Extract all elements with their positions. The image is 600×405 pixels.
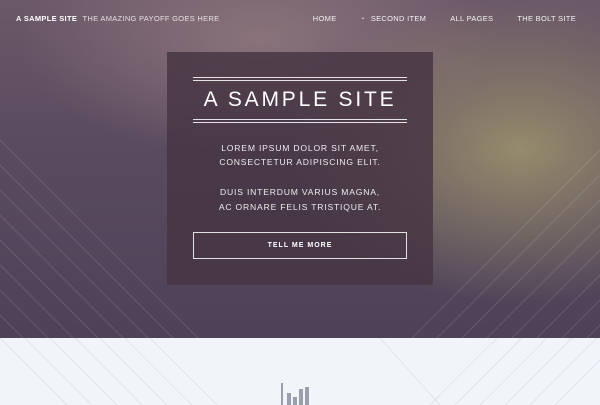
nav-item-bolt-site[interactable]: THE BOLT SITE	[517, 14, 576, 23]
nav-item-label: SECOND ITEM	[370, 14, 427, 23]
brand-name[interactable]: A SAMPLE SITE	[16, 14, 77, 23]
site-brand[interactable]: A SAMPLE SITE THE AMAZING PAYOFF GOES HE…	[16, 14, 219, 23]
chevron-down-icon: ⌄	[360, 15, 366, 21]
nav-item-label: ALL PAGES	[450, 14, 494, 23]
hero-box: A SAMPLE SITE LOREM IPSUM DOLOR SIT AMET…	[167, 52, 433, 285]
nav-item-home[interactable]: HOME	[313, 14, 337, 23]
tell-me-more-button[interactable]: TELL ME MORE	[193, 232, 407, 259]
hero-title: A SAMPLE SITE	[203, 88, 397, 111]
title-rule-top-inner	[193, 80, 407, 81]
brand-tagline: THE AMAZING PAYOFF GOES HERE	[82, 14, 220, 23]
hero-text-line: DUIS INTERDUM VARIUS MAGNA,	[220, 187, 380, 197]
nav-item-label: THE BOLT SITE	[517, 14, 576, 23]
hero-text-line: AC ORNARE FELIS TRISTIQUE AT.	[218, 202, 382, 212]
title-rule-bottom	[193, 122, 407, 123]
page: A SAMPLE SITE THE AMAZING PAYOFF GOES HE…	[0, 0, 600, 405]
main-nav: HOME ⌄ SECOND ITEM ALL PAGES THE BOLT SI…	[313, 14, 576, 23]
lower-section	[0, 338, 600, 405]
hero-text-line: LOREM IPSUM DOLOR SIT AMET,	[221, 143, 379, 153]
bar-chart-icon	[281, 383, 309, 405]
nav-item-all-pages[interactable]: ALL PAGES	[450, 14, 493, 23]
nav-item-label: HOME	[312, 14, 337, 23]
hero-text-line: CONSECTETUR ADIPISCING ELIT.	[219, 157, 381, 167]
hero-section: A SAMPLE SITE THE AMAZING PAYOFF GOES HE…	[0, 0, 600, 338]
title-rule-top	[193, 77, 407, 78]
title-rule-bottom-inner	[193, 119, 407, 120]
nav-item-second-item[interactable]: ⌄ SECOND ITEM	[361, 14, 427, 23]
